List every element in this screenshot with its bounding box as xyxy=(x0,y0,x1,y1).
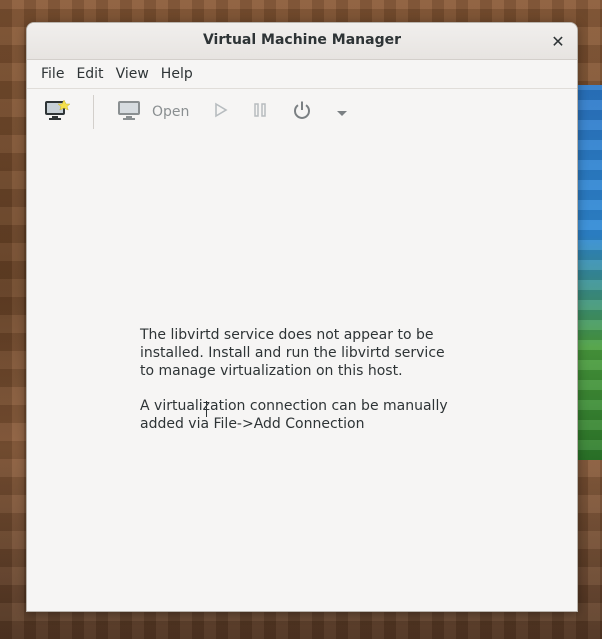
close-icon: ✕ xyxy=(551,31,565,51)
desktop-background-strip xyxy=(575,85,602,460)
menu-file[interactable]: File xyxy=(35,60,70,88)
new-vm-button[interactable] xyxy=(37,95,77,129)
run-button[interactable] xyxy=(205,95,235,129)
new-vm-icon xyxy=(43,98,71,126)
pause-icon xyxy=(251,101,269,123)
libvirt-message: The libvirtd service does not appear to … xyxy=(140,326,470,433)
app-window: Virtual Machine Manager ✕ File Edit View… xyxy=(26,22,578,612)
shutdown-button[interactable] xyxy=(285,95,319,129)
open-label: Open xyxy=(152,104,190,120)
toolbar-separator xyxy=(93,95,94,129)
menubar: File Edit View Help xyxy=(27,60,577,89)
message-paragraph-2: A virtualization connection can be manua… xyxy=(140,398,448,432)
main-content: The libvirtd service does not appear to … xyxy=(27,135,577,611)
play-icon xyxy=(211,101,229,123)
window-title: Virtual Machine Manager xyxy=(202,32,402,48)
toolbar: Open xyxy=(27,89,577,136)
message-paragraph-1: The libvirtd service does not appear to … xyxy=(140,327,445,379)
monitor-icon xyxy=(116,99,142,125)
menu-view[interactable]: View xyxy=(110,60,155,88)
titlebar: Virtual Machine Manager ✕ xyxy=(27,23,577,60)
text-cursor xyxy=(206,401,207,417)
chevron-down-icon xyxy=(335,103,349,122)
open-button[interactable]: Open xyxy=(110,95,195,129)
pause-button[interactable] xyxy=(245,95,275,129)
shutdown-options-button[interactable] xyxy=(329,95,355,129)
menu-help[interactable]: Help xyxy=(155,60,199,88)
close-button[interactable]: ✕ xyxy=(549,31,567,51)
menu-edit[interactable]: Edit xyxy=(70,60,109,88)
power-icon xyxy=(291,99,313,125)
